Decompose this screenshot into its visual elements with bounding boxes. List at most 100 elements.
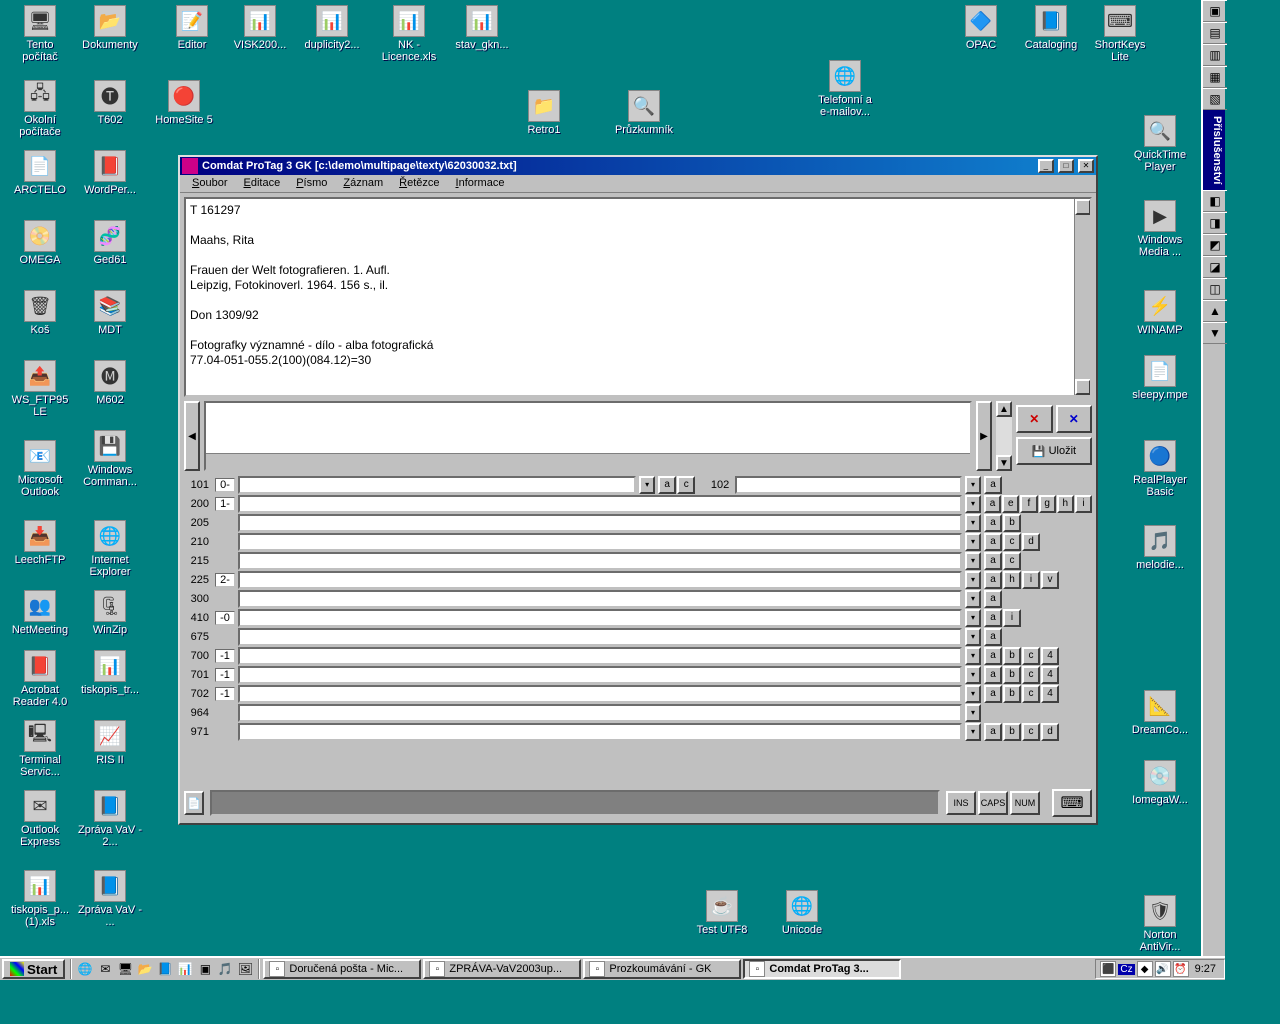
subfield-button[interactable]: a	[984, 647, 1002, 665]
taskbar-task-button[interactable]: ▫ZPRÁVA-VaV2003up...	[423, 959, 581, 979]
field-indicator[interactable]: -1	[215, 649, 235, 663]
desktop-icon[interactable]: 📘Zpráva VaV - ...	[78, 870, 142, 928]
subfield-button[interactable]: a	[984, 590, 1002, 608]
desktop-icon[interactable]: 📝Editor	[160, 5, 224, 51]
taskbar-task-button[interactable]: ▫Comdat ProTag 3...	[743, 959, 901, 979]
tray-icon[interactable]: ▦	[1203, 66, 1227, 88]
subfield-button[interactable]: h	[1003, 571, 1021, 589]
desktop-icon[interactable]: 🌐Telefonní a e-mailov...	[813, 60, 877, 118]
tray-icon[interactable]: ◧	[1203, 190, 1227, 212]
subfield-button[interactable]: b	[1003, 723, 1021, 741]
field-input[interactable]	[238, 590, 962, 608]
subfield-button[interactable]: a	[984, 666, 1002, 684]
tray-icon[interactable]: ◨	[1203, 212, 1227, 234]
field-input[interactable]	[238, 628, 962, 646]
field-dropdown-icon[interactable]: ▾	[965, 723, 981, 741]
scroll-vertical[interactable]	[1074, 199, 1090, 395]
desktop-icon[interactable]: 📈RIS II	[78, 720, 142, 766]
subfield-button[interactable]: v	[1041, 571, 1059, 589]
field-input[interactable]	[238, 647, 962, 665]
titlebar[interactable]: Comdat ProTag 3 GK [c:\demo\multipage\te…	[180, 157, 1096, 175]
tray-icon[interactable]: ⬛	[1100, 961, 1116, 977]
menu-item[interactable]: Soubor	[184, 175, 235, 192]
tray-icon[interactable]: ▧	[1203, 88, 1227, 110]
subfield-button[interactable]: c	[1022, 723, 1040, 741]
desktop-icon[interactable]: 📧Microsoft Outlook	[8, 440, 72, 498]
menu-item[interactable]: Záznam	[335, 175, 391, 192]
save-button[interactable]: 💾 Uložit	[1016, 437, 1092, 465]
field-indicator[interactable]: 1-	[215, 497, 235, 511]
desktop-icon[interactable]: ⌨ShortKeys Lite	[1088, 5, 1152, 63]
desktop-icon[interactable]: 📊stav_gkn...	[450, 5, 514, 51]
desktop-icon[interactable]: 🅜M602	[78, 360, 142, 406]
desktop-icon[interactable]: 📊tiskopis_p...(1).xls	[8, 870, 72, 928]
desktop-icon[interactable]: 📘Zpráva VaV - 2...	[78, 790, 142, 848]
field-indicator[interactable]: -0	[215, 611, 235, 625]
scroll-right-button[interactable]: ▶	[976, 401, 992, 471]
desktop-icon[interactable]: 🗑Koš	[8, 290, 72, 336]
desktop-icon[interactable]: 🗜WinZip	[78, 590, 142, 636]
tray-icon[interactable]: 🔊	[1155, 961, 1171, 977]
field-indicator[interactable]: 0-	[215, 478, 235, 492]
subfield-button[interactable]: h	[1057, 495, 1074, 513]
field-dropdown-icon[interactable]: ▾	[965, 666, 981, 684]
desktop-icon[interactable]: 🌐Unicode	[770, 890, 834, 936]
scroll-down-button[interactable]: ▼	[996, 455, 1012, 471]
field-input[interactable]	[238, 723, 962, 741]
ql-icon[interactable]: 📊	[176, 960, 194, 978]
tray-icon[interactable]: ▣	[1203, 0, 1227, 22]
field-dropdown-icon[interactable]: ▾	[965, 476, 981, 494]
scroll-up-button[interactable]: ▲	[996, 401, 1012, 417]
desktop-icon[interactable]: 📀OMEGA	[8, 220, 72, 266]
desktop-icon[interactable]: 📂Dokumenty	[78, 5, 142, 51]
subfield-button[interactable]: d	[1022, 533, 1040, 551]
field-dropdown-icon[interactable]: ▾	[965, 647, 981, 665]
field-input[interactable]	[238, 571, 962, 589]
subfield-button[interactable]: 4	[1041, 685, 1059, 703]
ql-ie-icon[interactable]: 🌐	[76, 960, 94, 978]
subfield-button[interactable]: a	[984, 723, 1002, 741]
subfield-button[interactable]: i	[1075, 495, 1092, 513]
desktop-icon[interactable]: 🎵melodie...	[1128, 525, 1192, 571]
subfield-button[interactable]: i	[1022, 571, 1040, 589]
field-dropdown-icon[interactable]: ▾	[965, 609, 981, 627]
cancel-red-button[interactable]: ✕	[1016, 405, 1053, 433]
taskbar-task-button[interactable]: ▫Doručená pošta - Mic...	[263, 959, 421, 979]
subfield-button[interactable]: c	[1022, 666, 1040, 684]
subfield-button[interactable]: g	[1039, 495, 1056, 513]
subfield-button[interactable]: b	[1003, 647, 1021, 665]
desktop-icon[interactable]: ✉Outlook Express	[8, 790, 72, 848]
desktop-icon[interactable]: 📤WS_FTP95 LE	[8, 360, 72, 418]
menu-item[interactable]: Řetězce	[391, 175, 447, 192]
tray-icon[interactable]: ▲	[1203, 300, 1227, 322]
minimize-button[interactable]: _	[1038, 159, 1054, 173]
desktop-icon[interactable]: 🔵RealPlayer Basic	[1128, 440, 1192, 498]
desktop-icon[interactable]: 🔍Průzkumník	[612, 90, 676, 136]
field-input[interactable]	[238, 609, 962, 627]
desktop-icon[interactable]: 🔷OPAC	[949, 5, 1013, 51]
desktop-icon[interactable]: ☕Test UTF8	[690, 890, 754, 936]
desktop-icon[interactable]: 🌐Internet Explorer	[78, 520, 142, 578]
subfield-button[interactable]: d	[1041, 723, 1059, 741]
keyboard-icon[interactable]: ⌨	[1052, 789, 1092, 817]
ql-icon[interactable]: 🎵	[216, 960, 234, 978]
subfield-button[interactable]: a	[984, 609, 1002, 627]
field-input[interactable]	[238, 514, 962, 532]
desktop-icon[interactable]: 🧬Ged61	[78, 220, 142, 266]
clock[interactable]: 9:27	[1191, 963, 1220, 975]
tray-icon[interactable]: ◪	[1203, 256, 1227, 278]
maximize-button[interactable]: □	[1058, 159, 1074, 173]
lang-indicator[interactable]: Cz	[1118, 964, 1134, 975]
cancel-blue-button[interactable]: ✕	[1056, 405, 1093, 433]
subfield-button[interactable]: 4	[1041, 666, 1059, 684]
desktop-icon[interactable]: 💿IomegaW...	[1128, 760, 1192, 806]
tray-icon[interactable]: ⏰	[1173, 961, 1189, 977]
field-input[interactable]	[238, 685, 962, 703]
subfield-button[interactable]: a	[984, 628, 1002, 646]
desktop-icon[interactable]: 📊duplicity2...	[300, 5, 364, 51]
desktop-icon[interactable]: 💾Windows Comman...	[78, 430, 142, 488]
menu-item[interactable]: Editace	[235, 175, 288, 192]
taskbar-task-button[interactable]: ▫Prozkoumávání - GK	[583, 959, 741, 979]
field-input[interactable]	[238, 704, 962, 722]
field-input[interactable]	[735, 476, 962, 494]
